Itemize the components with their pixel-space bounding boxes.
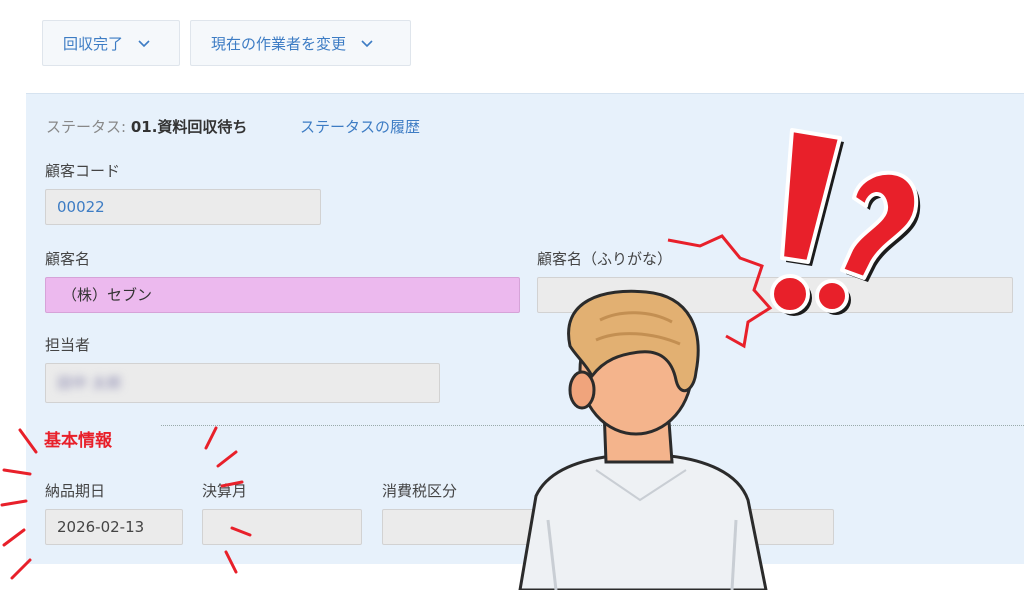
fiscal-month-field[interactable] [202,509,362,545]
chevron-down-icon [137,36,151,50]
tax-category-field[interactable] [382,509,834,545]
customer-code-field[interactable]: 00022 [45,189,321,225]
person-in-charge-field[interactable]: 田中 太郎 [45,363,440,403]
change-worker-button[interactable]: 現在の作業者を変更 [190,20,411,66]
change-worker-label: 現在の作業者を変更 [211,34,347,53]
person-in-charge-value: 田中 太郎 [57,374,122,392]
customer-name-kana-label: 顧客名（ふりがな） [537,250,673,268]
customer-name-kana-field[interactable] [537,277,1013,313]
record-form-panel: ステータス: 01.資料回収待ち ステータスの履歴 顧客コード 00022 顧客… [26,93,1024,564]
status-row: ステータス: 01.資料回収待ち ステータスの履歴 [46,116,420,137]
customer-name-field[interactable]: （株）セブン [45,277,520,313]
customer-name-label: 顧客名 [45,250,91,268]
delivery-date-label: 納品期日 [45,482,106,500]
status-history-link[interactable]: ステータスの履歴 [300,116,420,137]
chevron-down-icon [360,36,374,50]
basic-info-heading: 基本情報 [44,431,112,451]
delivery-date-field[interactable]: 2026-02-13 [45,509,183,545]
status-value: 01.資料回収待ち [130,118,248,136]
tax-category-label: 消費税区分 [382,482,458,500]
complete-collection-button[interactable]: 回収完了 [42,20,180,66]
customer-code-label: 顧客コード [45,162,121,180]
status-label: ステータス: [46,118,127,136]
section-divider [161,425,1024,426]
complete-collection-label: 回収完了 [63,34,124,53]
fiscal-month-label: 決算月 [202,482,248,500]
person-in-charge-label: 担当者 [45,336,91,354]
